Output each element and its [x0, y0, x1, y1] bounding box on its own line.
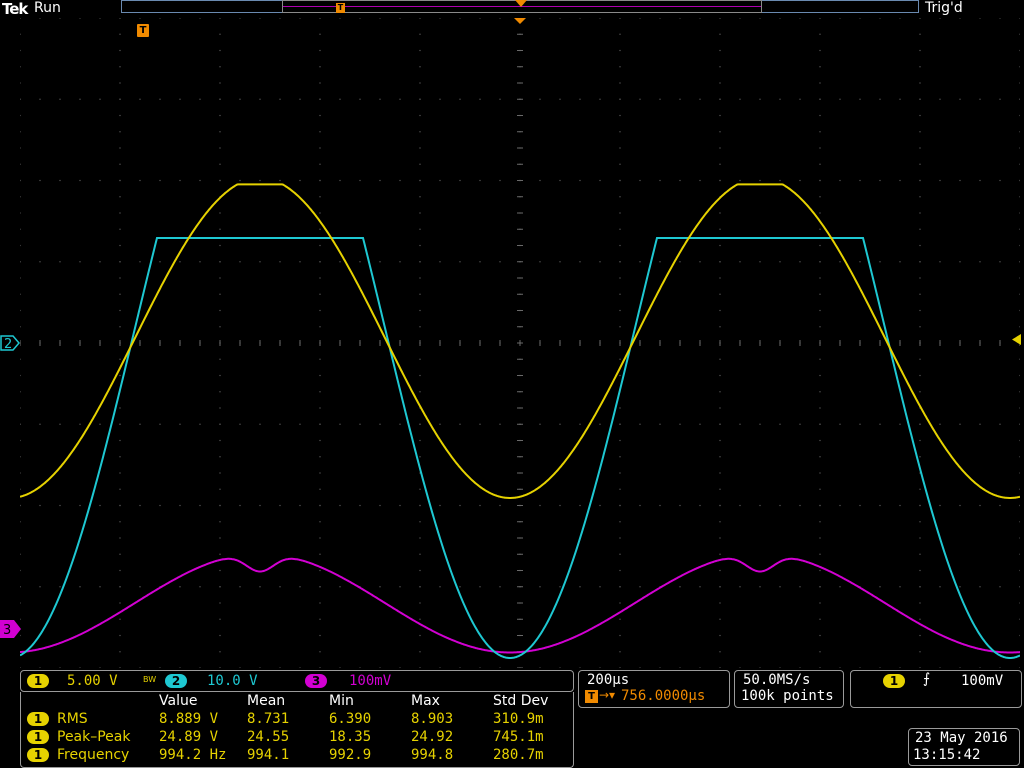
trigger-position-icon[interactable]: T	[137, 24, 149, 37]
ch2-ground-marker[interactable]: 2	[0, 333, 20, 353]
time-per-div: 200µs	[587, 672, 630, 688]
acquisition-readout[interactable]: 50.0MS/s 100k points	[734, 670, 844, 708]
status-bar: Tek Run T Trig'd	[0, 0, 1024, 18]
trigger-level: 100mV	[961, 673, 1004, 689]
col-header-min: Min	[329, 693, 354, 709]
meas-max: 994.8	[411, 747, 454, 763]
row-channel-badge: 1	[27, 712, 49, 726]
measurement-table: Value Mean Min Max Std Dev 1 RMS 8.889 V…	[20, 692, 574, 768]
sample-rate: 50.0MS/s	[743, 672, 811, 688]
brand-logo: Tek	[2, 0, 28, 18]
meas-value: 8.889 V	[159, 711, 219, 727]
ch3-waveform	[20, 557, 1020, 654]
row-channel-badge: 1	[27, 730, 49, 744]
ch3-marker-label: 3	[3, 623, 11, 638]
ch3-readout[interactable]: 3	[305, 673, 327, 689]
col-header-value: Value	[159, 693, 198, 709]
meas-value: 24.89 V	[159, 729, 219, 745]
meas-min: 6.390	[329, 711, 372, 727]
meas-name: RMS	[57, 711, 88, 727]
col-header-std-dev: Std Dev	[493, 693, 549, 709]
meas-min: 992.9	[329, 747, 372, 763]
meas-max: 24.92	[411, 729, 454, 745]
trigger-level-icon[interactable]	[1010, 334, 1022, 346]
meas-name: Peak–Peak	[57, 729, 131, 745]
ch2-scale: 10.0 V	[207, 673, 258, 689]
meas-mean: 8.731	[247, 711, 290, 727]
trigger-status: Trig'd	[925, 0, 963, 16]
meas-mean: 994.1	[247, 747, 290, 763]
waveform-display[interactable]	[20, 18, 1020, 668]
ch2-marker-label: 2	[4, 337, 12, 352]
meas-max: 8.903	[411, 711, 454, 727]
meas-min: 18.35	[329, 729, 372, 745]
ch3-ground-marker[interactable]: 3	[0, 619, 22, 639]
time: 13:15:42	[913, 747, 981, 763]
ch1-scale: 5.00 V	[67, 673, 118, 689]
ch3-scale: 100mV	[349, 673, 392, 689]
ch2-readout[interactable]: 2	[165, 673, 187, 689]
record-trigger-icon: T	[336, 3, 345, 13]
col-header-max: Max	[411, 693, 440, 709]
delay-arrow-icon: →▾	[599, 688, 616, 702]
bw-limit-icon: BW	[143, 675, 157, 684]
record-length: 100k points	[741, 688, 834, 704]
ch2-badge: 2	[165, 674, 187, 688]
meas-name: Frequency	[57, 747, 130, 763]
meas-std-dev: 745.1m	[493, 729, 544, 745]
trigger-delay-icon: T	[585, 690, 598, 703]
run-state[interactable]: Run	[34, 0, 61, 16]
trigger-time-marker-icon	[514, 18, 526, 24]
trigger-source-badge: 1	[883, 674, 905, 688]
row-channel-badge: 1	[27, 748, 49, 762]
meas-std-dev: 310.9m	[493, 711, 544, 727]
col-header-mean: Mean	[247, 693, 286, 709]
ch2-waveform	[20, 237, 1020, 659]
trigger-delay: 756.0000µs	[621, 688, 706, 704]
timebase-readout[interactable]: 200µs T →▾ 756.0000µs	[578, 670, 730, 708]
trigger-readout[interactable]: 1 ⨍ 100mV	[850, 670, 1022, 708]
record-center-icon	[515, 0, 527, 7]
ch3-badge: 3	[305, 674, 327, 688]
graticule-grid	[20, 18, 1020, 668]
rising-edge-icon: ⨍	[923, 671, 931, 687]
datetime-readout: 23 May 2016 13:15:42	[908, 728, 1020, 766]
meas-std-dev: 280.7m	[493, 747, 544, 763]
meas-mean: 24.55	[247, 729, 290, 745]
ch1-badge: 1	[27, 674, 49, 688]
channel-scale-bar: 1 5.00 V BW 2 10.0 V 3 100mV	[20, 670, 574, 692]
ch1-readout[interactable]: 1	[27, 673, 49, 689]
meas-value: 994.2 Hz	[159, 747, 227, 763]
date: 23 May 2016	[915, 730, 1008, 746]
